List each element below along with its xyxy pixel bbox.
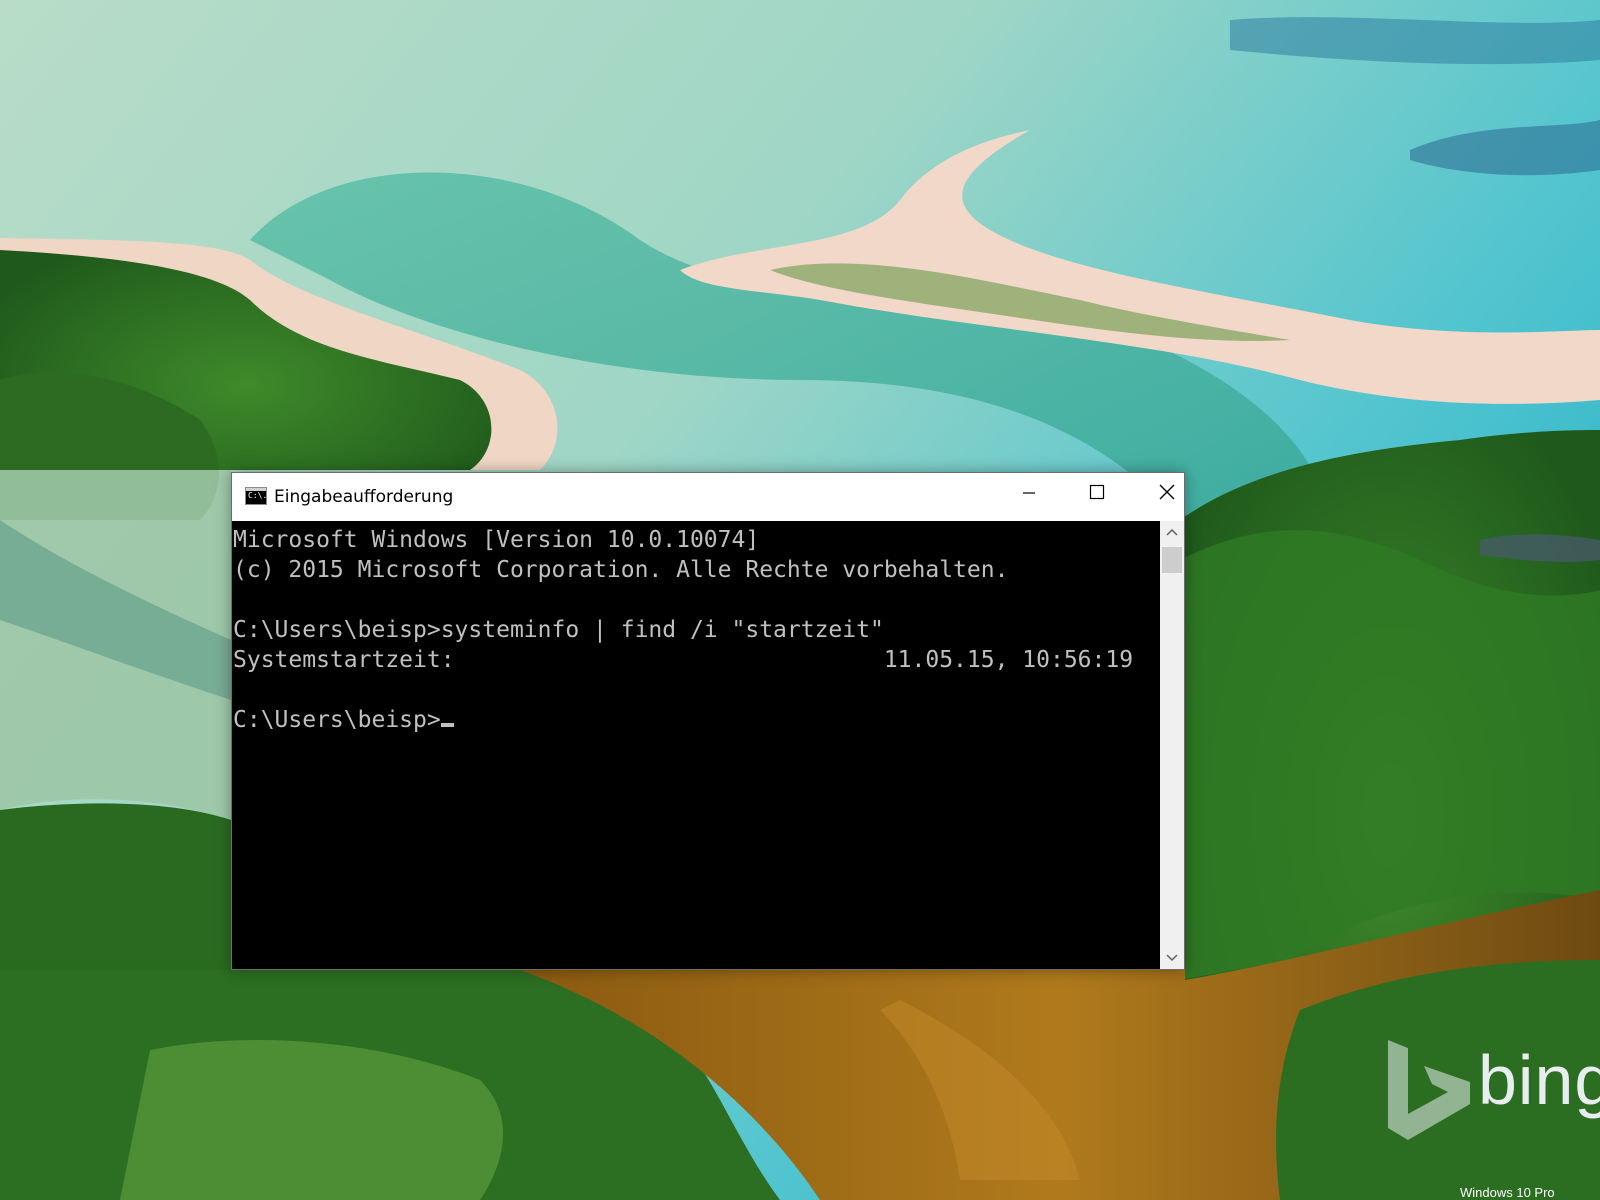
close-icon	[1159, 484, 1175, 500]
minimize-icon	[1023, 492, 1035, 494]
scroll-up-button[interactable]	[1160, 521, 1184, 545]
console-command-line: C:\Users\beisp>systeminfo | find /i "sta…	[233, 617, 884, 643]
text-cursor	[440, 723, 454, 727]
scroll-down-button[interactable]	[1160, 945, 1184, 969]
chevron-down-icon	[1166, 954, 1178, 962]
close-button[interactable]	[1144, 477, 1190, 509]
bing-b-icon	[1388, 1040, 1470, 1140]
chevron-up-icon	[1166, 528, 1178, 536]
maximize-button[interactable]	[1074, 477, 1120, 509]
console-prompt: C:\Users\beisp>	[233, 707, 441, 733]
title-bar[interactable]: C:\. Eingabeaufforderung	[232, 473, 1184, 521]
windows-edition-watermark: Windows 10 Pro	[1460, 1186, 1555, 1200]
maximize-icon	[1089, 484, 1105, 500]
console-result-line: Systemstartzeit: 11.05.15, 10:56:19	[233, 647, 1134, 673]
console-line: Microsoft Windows [Version 10.0.10074]	[233, 527, 760, 553]
cmd-icon[interactable]: C:\.	[245, 487, 267, 505]
console-output[interactable]: Microsoft Windows [Version 10.0.10074] (…	[232, 521, 1160, 969]
bing-wordmark: bing	[1478, 1041, 1600, 1119]
vertical-scrollbar[interactable]	[1160, 521, 1184, 969]
window-title: Eingabeaufforderung	[274, 487, 454, 507]
console-line: (c) 2015 Microsoft Corporation. Alle Rec…	[233, 557, 1009, 583]
scrollbar-thumb[interactable]	[1162, 547, 1182, 573]
command-prompt-window[interactable]: C:\. Eingabeaufforderung Microsoft Windo…	[231, 472, 1185, 970]
minimize-button[interactable]	[1006, 477, 1052, 509]
